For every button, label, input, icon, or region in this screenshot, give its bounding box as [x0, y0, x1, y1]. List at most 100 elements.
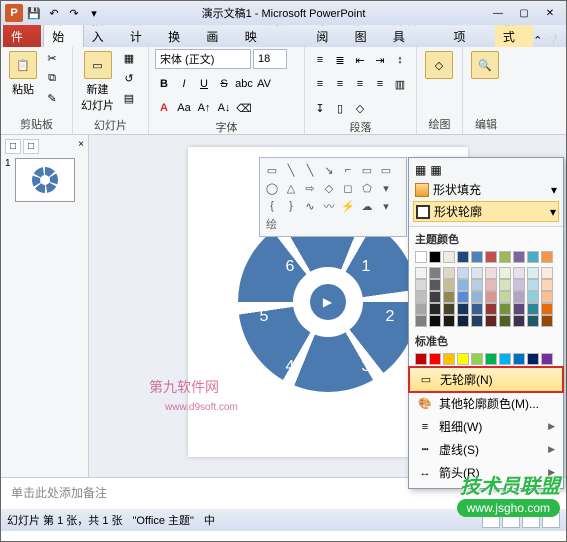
color-swatch[interactable] — [499, 279, 511, 291]
shrink-font-button[interactable]: A↓ — [215, 99, 233, 117]
color-swatch[interactable] — [541, 353, 553, 365]
weight-item[interactable]: ≡ 粗细(W) ▶ — [409, 415, 563, 438]
color-swatch[interactable] — [429, 303, 441, 315]
shape-line-icon[interactable]: ╲ — [283, 162, 299, 178]
color-swatch[interactable] — [457, 291, 469, 303]
color-swatch[interactable] — [457, 303, 469, 315]
color-swatch[interactable] — [499, 303, 511, 315]
shape-tri-icon[interactable]: △ — [283, 180, 299, 196]
color-swatch[interactable] — [541, 279, 553, 291]
shape-bolt-icon[interactable]: ⚡ — [340, 198, 356, 214]
color-swatch[interactable] — [415, 315, 427, 327]
thumb-tab-outline[interactable]: □ — [23, 139, 39, 154]
color-swatch[interactable] — [513, 353, 525, 365]
shadow-button[interactable]: abc — [235, 75, 253, 93]
color-swatch[interactable] — [415, 251, 427, 263]
app-icon[interactable]: P — [5, 4, 23, 22]
color-swatch[interactable] — [471, 251, 483, 263]
color-swatch[interactable] — [499, 315, 511, 327]
maximize-button[interactable]: ▢ — [512, 5, 536, 21]
color-swatch[interactable] — [471, 291, 483, 303]
cut-button[interactable]: ✂ — [43, 49, 61, 67]
thumb-tab-slides[interactable]: □ — [5, 139, 21, 154]
bold-button[interactable]: B — [155, 75, 173, 93]
color-swatch[interactable] — [415, 353, 427, 365]
smartart-button[interactable]: ◇ — [351, 99, 369, 117]
cycle-smartart[interactable]: 1 2 3 4 5 6 — [238, 212, 418, 392]
shape-cloud-icon[interactable]: ☁ — [359, 198, 375, 214]
numbering-button[interactable]: ≣ — [331, 51, 349, 69]
section-button[interactable]: ▤ — [120, 89, 138, 107]
color-swatch[interactable] — [429, 353, 441, 365]
shape-outline-button[interactable]: 形状轮廓▾ — [413, 201, 559, 222]
shape-free-icon[interactable]: 〰 — [321, 198, 337, 214]
color-swatch[interactable] — [485, 315, 497, 327]
color-swatch[interactable] — [415, 303, 427, 315]
color-swatch[interactable] — [443, 267, 455, 279]
color-swatch[interactable] — [527, 251, 539, 263]
shape-rect3-icon[interactable]: ▭ — [378, 162, 394, 178]
color-swatch[interactable] — [471, 353, 483, 365]
shape-callout-icon[interactable]: ◻ — [340, 180, 356, 196]
shape-line2-icon[interactable]: ╲ — [302, 162, 318, 178]
color-swatch[interactable] — [527, 267, 539, 279]
color-swatch[interactable] — [457, 251, 469, 263]
ribbon-minimize-icon[interactable]: ⌃ — [533, 34, 542, 47]
color-swatch[interactable] — [457, 315, 469, 327]
shape-curve-icon[interactable]: ∿ — [302, 198, 318, 214]
shape-down-icon[interactable]: ▾ — [378, 198, 394, 214]
color-swatch[interactable] — [485, 353, 497, 365]
color-swatch[interactable] — [457, 267, 469, 279]
color-swatch[interactable] — [485, 279, 497, 291]
color-swatch[interactable] — [541, 267, 553, 279]
shape-arrow2-icon[interactable]: ⇨ — [302, 180, 318, 196]
paste-button[interactable]: 📋 粘贴 — [7, 49, 39, 99]
shape-more-icon[interactable]: ▾ — [378, 180, 394, 196]
strike-button[interactable]: S — [215, 75, 233, 93]
language-indicator[interactable]: 中 — [204, 512, 215, 528]
align-text-button[interactable]: ▯ — [331, 99, 349, 117]
grow-font-button[interactable]: A↑ — [195, 99, 213, 117]
shape-gallery[interactable]: ▭ ╲ ╲ ↘ ⌐ ▭ ▭ ◯ △ ⇨ ◇ ◻ ⬠ ▾ { } ∿ 〰 ⚡ ☁ … — [259, 157, 407, 237]
qat-more[interactable]: ▾ — [85, 4, 103, 22]
color-swatch[interactable] — [513, 315, 525, 327]
minimize-button[interactable]: — — [486, 5, 510, 21]
color-swatch[interactable] — [527, 291, 539, 303]
font-color-button[interactable]: A — [155, 99, 173, 117]
new-slide-button[interactable]: ▭ 新建 幻灯片 — [79, 49, 116, 115]
color-swatch[interactable] — [527, 279, 539, 291]
color-swatch[interactable] — [541, 303, 553, 315]
no-outline-item[interactable]: ▭ 无轮廓(N) — [409, 367, 563, 392]
color-swatch[interactable] — [513, 291, 525, 303]
shape-fill-button[interactable]: 形状填充▾ — [413, 180, 559, 199]
clear-format-button[interactable]: ⌫ — [235, 99, 253, 117]
color-swatch[interactable] — [499, 291, 511, 303]
shape-connector-icon[interactable]: ⌐ — [340, 162, 356, 178]
color-swatch[interactable] — [485, 291, 497, 303]
reset-button[interactable]: ↺ — [120, 69, 138, 87]
color-swatch[interactable] — [443, 291, 455, 303]
italic-button[interactable]: I — [175, 75, 193, 93]
color-swatch[interactable] — [513, 251, 525, 263]
close-button[interactable]: ✕ — [538, 5, 562, 21]
underline-button[interactable]: U — [195, 75, 213, 93]
slide-thumb-1[interactable]: 1 — [5, 158, 84, 202]
color-swatch[interactable] — [471, 267, 483, 279]
shape-diamond-icon[interactable]: ◇ — [321, 180, 337, 196]
color-swatch[interactable] — [415, 291, 427, 303]
undo-button[interactable]: ↶ — [45, 4, 63, 22]
color-swatch[interactable] — [429, 315, 441, 327]
color-swatch[interactable] — [541, 251, 553, 263]
find-button[interactable]: 🔍 — [469, 49, 501, 81]
char-spacing-button[interactable]: AV — [255, 75, 273, 93]
color-swatch[interactable] — [457, 353, 469, 365]
color-swatch[interactable] — [527, 353, 539, 365]
indent-inc-button[interactable]: ⇥ — [371, 51, 389, 69]
color-swatch[interactable] — [443, 279, 455, 291]
more-colors-item[interactable]: 🎨 其他轮廓颜色(M)... — [409, 392, 563, 415]
color-swatch[interactable] — [513, 267, 525, 279]
color-swatch[interactable] — [443, 251, 455, 263]
shape-brace-icon[interactable]: { — [264, 198, 280, 214]
align-center-button[interactable]: ≡ — [331, 75, 349, 93]
shape-rect-icon[interactable]: ▭ — [264, 162, 280, 178]
